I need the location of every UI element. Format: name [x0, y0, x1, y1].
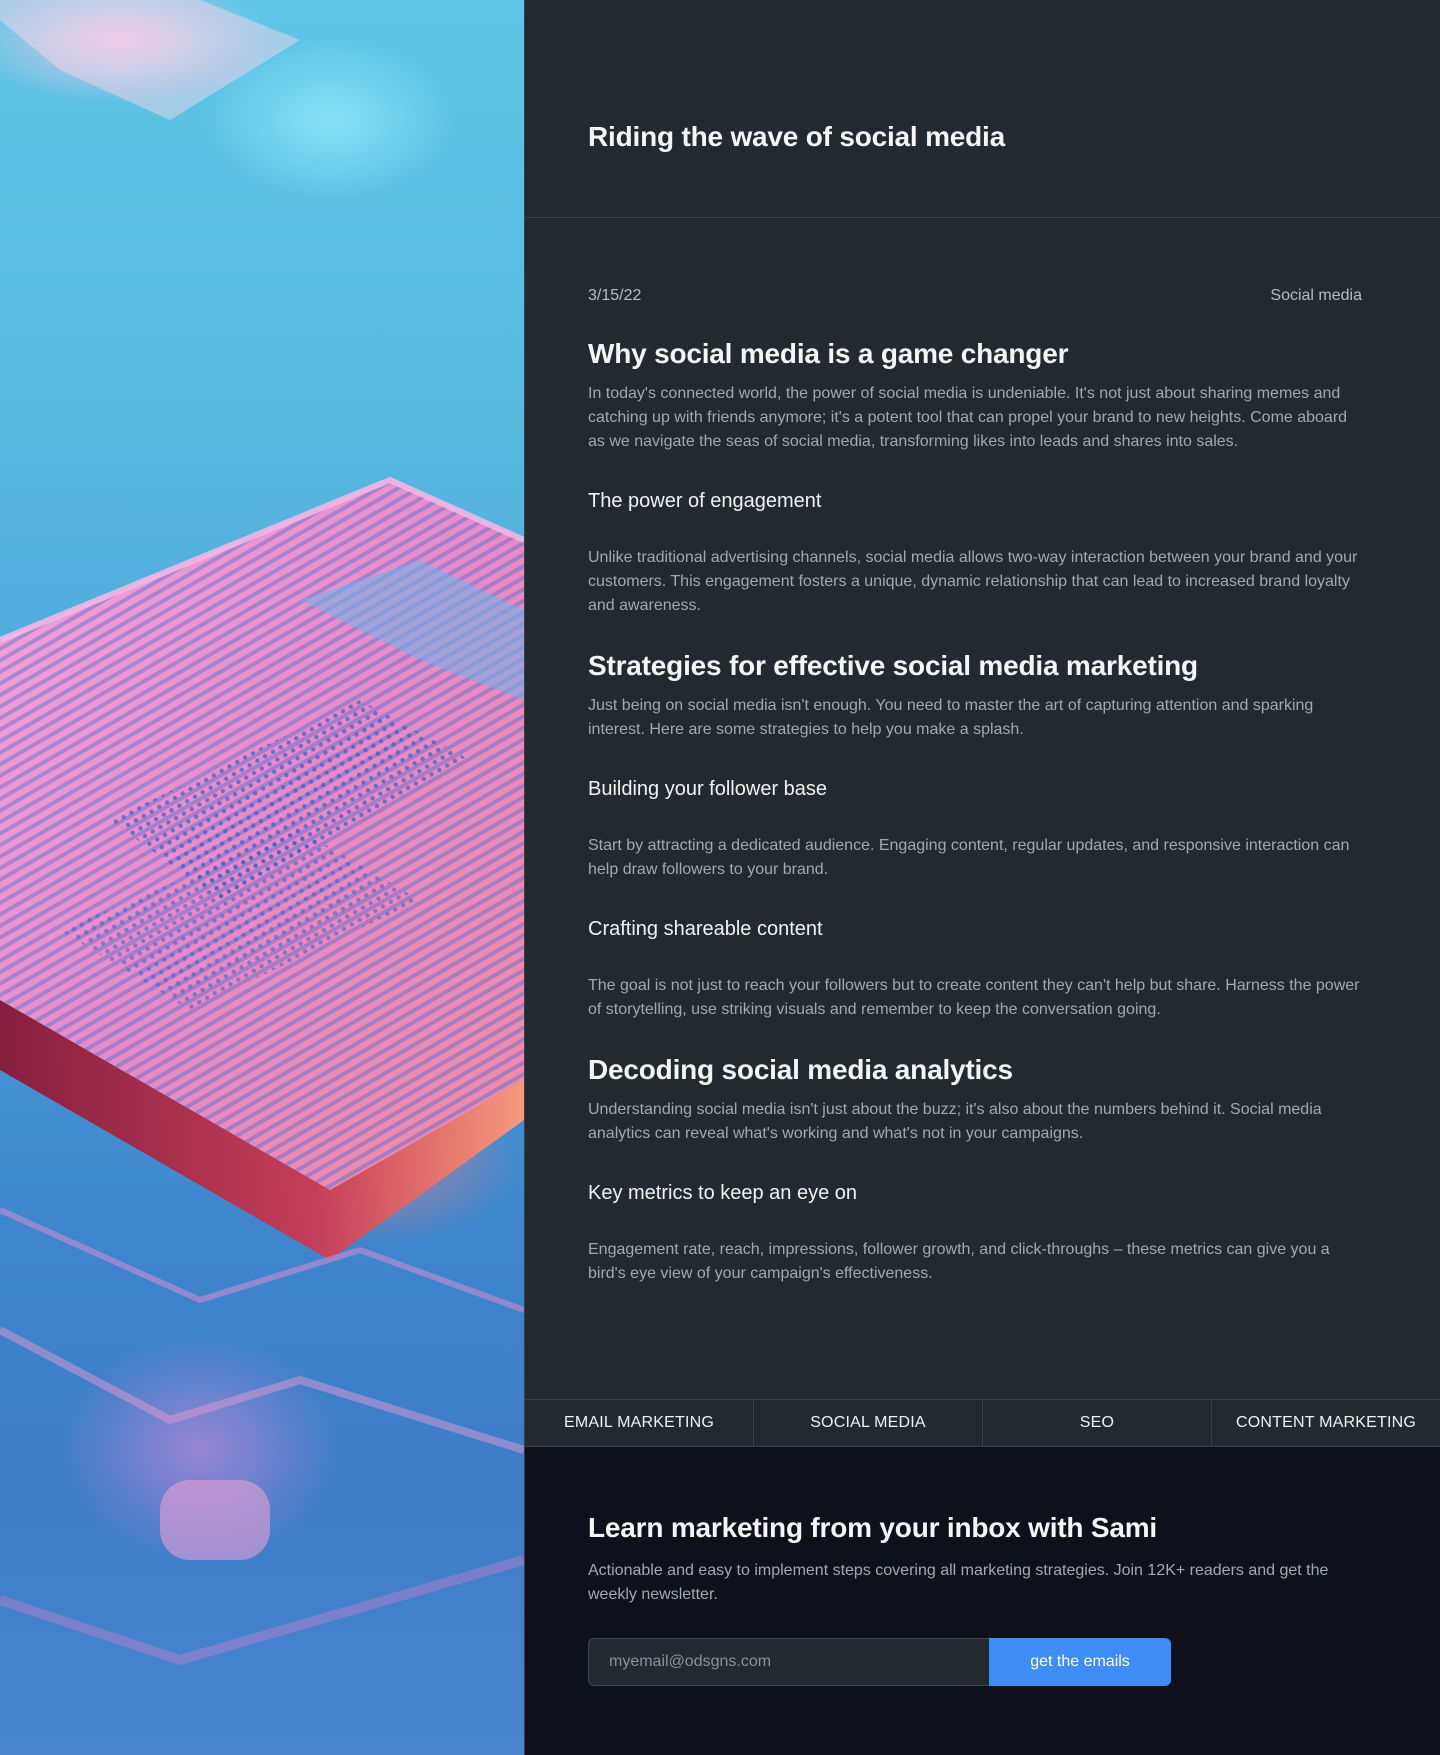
section-subheading: Key metrics to keep an eye on [588, 1182, 858, 1204]
category-email-marketing[interactable]: EMAIL MARKETING [525, 1400, 754, 1446]
category-social-media[interactable]: SOCIAL MEDIA [754, 1400, 983, 1446]
section-body: Start by attracting a dedicated audience… [588, 837, 1350, 878]
article: 3/15/22 Social media Why social media is… [525, 218, 1440, 1286]
section-body: Just being on social media isn't enough.… [588, 697, 1314, 738]
category-nav: EMAIL MARKETING SOCIAL MEDIA SEO CONTENT… [525, 1399, 1440, 1447]
category-content-marketing[interactable]: CONTENT MARKETING [1212, 1400, 1440, 1446]
hero-image [0, 0, 524, 1755]
article-category[interactable]: Social media [1270, 285, 1362, 307]
section-heading: Why social media is a game changer [588, 338, 1069, 369]
newsletter-description: Actionable and easy to implement steps c… [588, 1562, 1329, 1603]
category-seo[interactable]: SEO [983, 1400, 1212, 1446]
subscribe-button[interactable]: get the emails [989, 1638, 1171, 1686]
main-content: Riding the wave of social media 3/15/22 … [525, 0, 1440, 1755]
section-body: Unlike traditional advertising channels,… [588, 549, 1358, 614]
circuit-chip-illustration [0, 0, 524, 1666]
section-heading: Strategies for effective social media ma… [588, 650, 1198, 681]
article-meta: 3/15/22 Social media [588, 285, 1362, 307]
page-header: Riding the wave of social media [525, 0, 1440, 218]
page-title: Riding the wave of social media [588, 121, 1006, 152]
section-body: Understanding social media isn't just ab… [588, 1101, 1322, 1142]
section-body: Engagement rate, reach, impressions, fol… [588, 1241, 1330, 1282]
section-body: The goal is not just to reach your follo… [588, 977, 1360, 1018]
email-input[interactable] [588, 1638, 989, 1686]
section-heading: Decoding social media analytics [588, 1054, 1013, 1085]
newsletter-form: get the emails [588, 1638, 1171, 1686]
newsletter-signup: Learn marketing from your inbox with Sam… [525, 1447, 1440, 1755]
section-subheading: Building your follower base [588, 778, 828, 800]
section-subheading: Crafting shareable content [588, 918, 823, 940]
newsletter-title: Learn marketing from your inbox with Sam… [588, 1512, 1158, 1543]
section-body: In today's connected world, the power of… [588, 385, 1348, 450]
section-subheading: The power of engagement [588, 490, 822, 512]
article-date: 3/15/22 [588, 287, 642, 304]
